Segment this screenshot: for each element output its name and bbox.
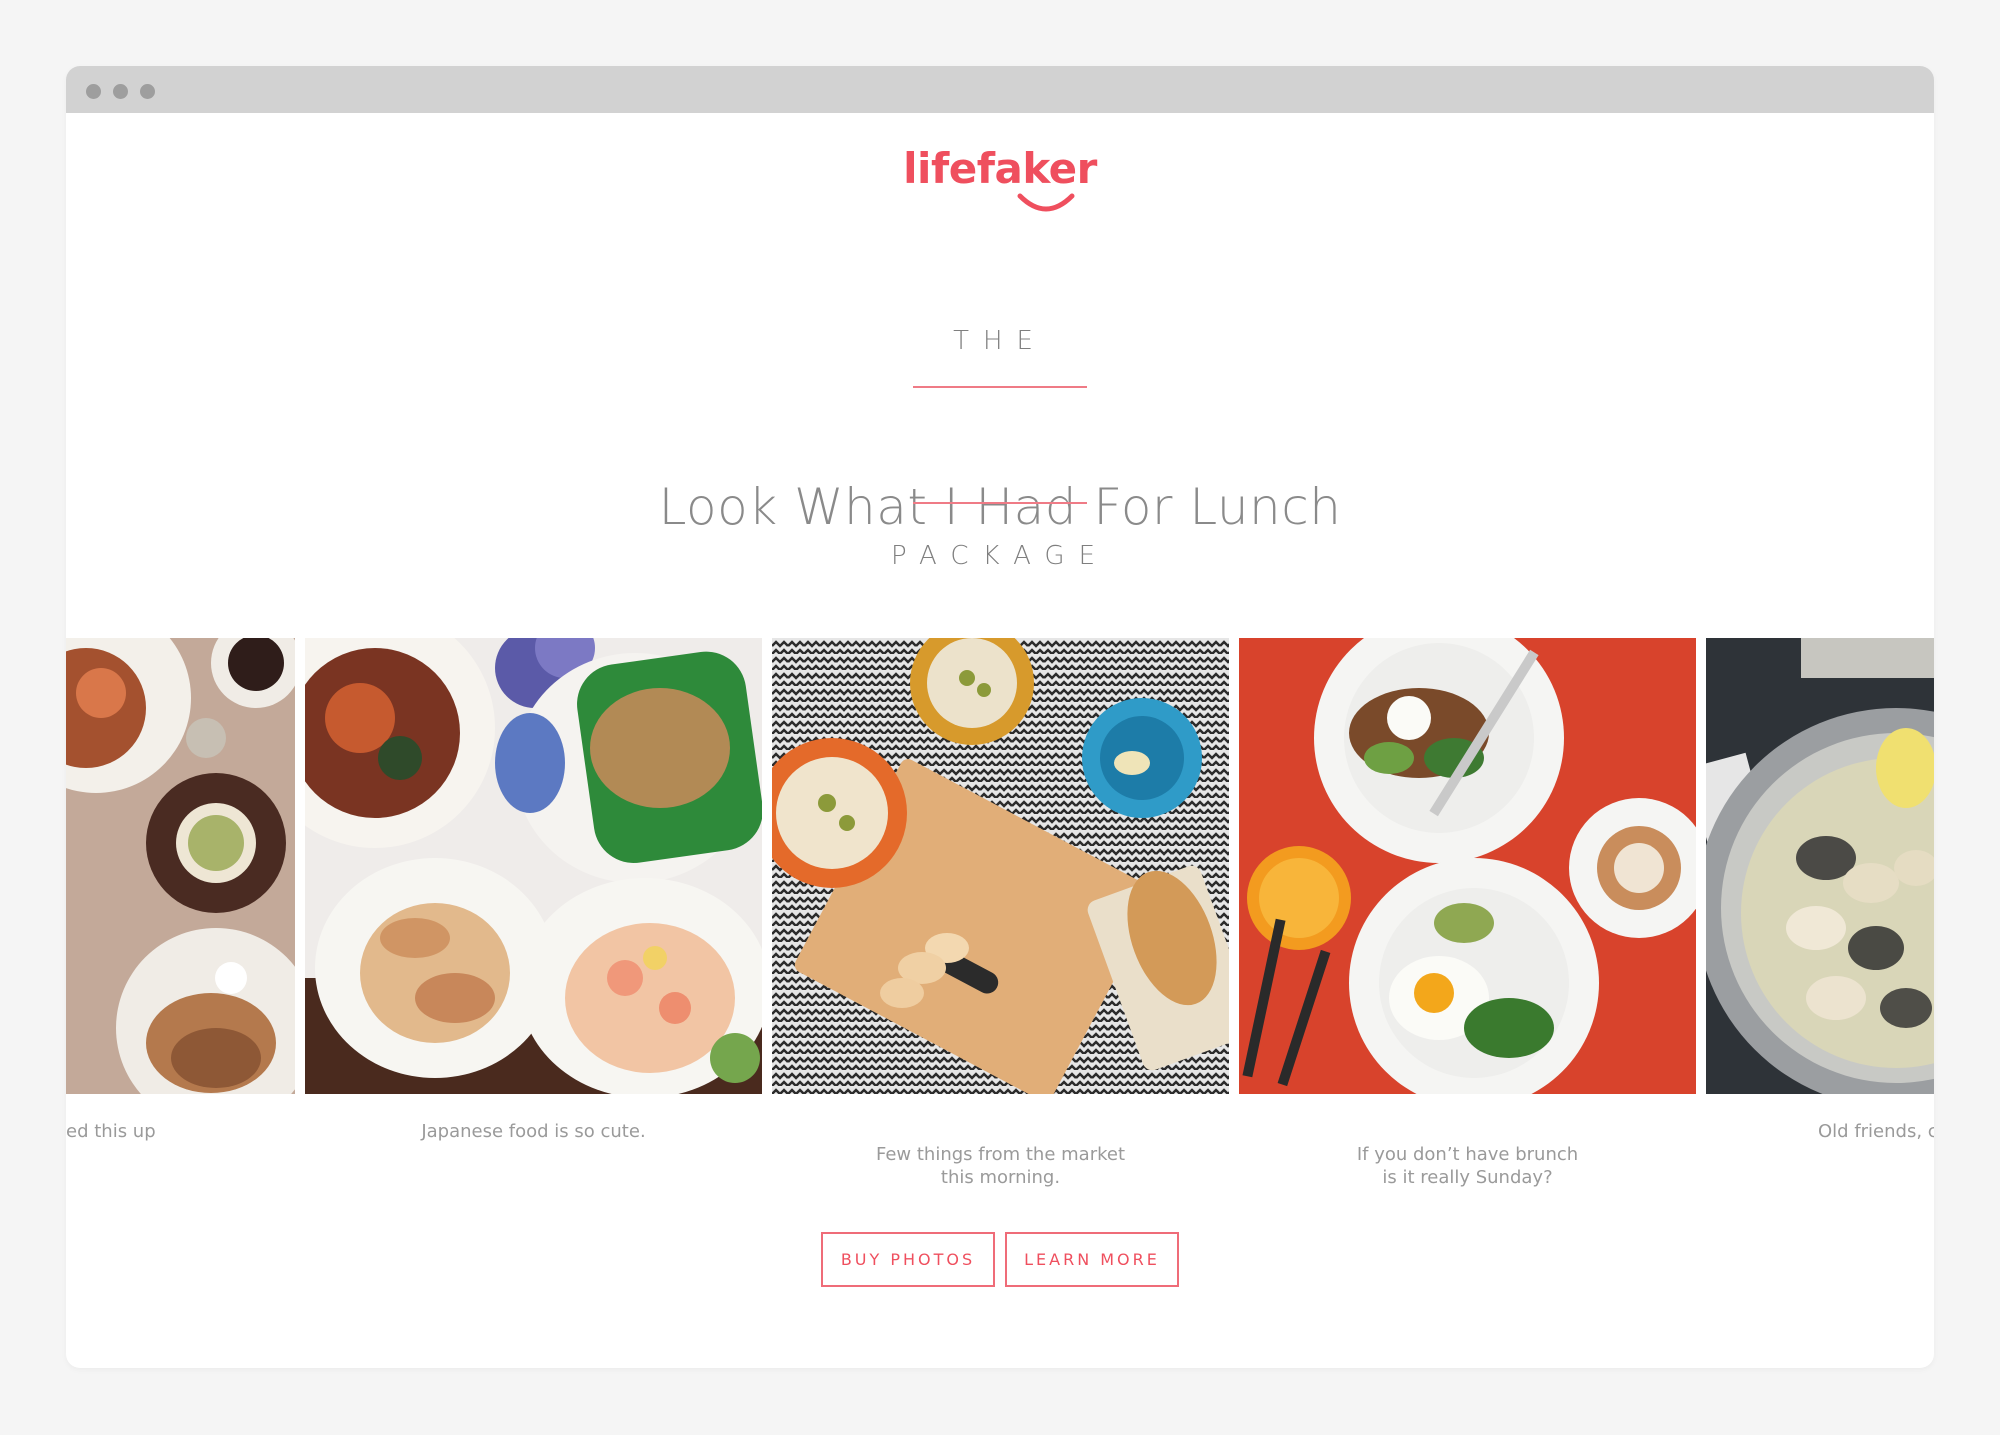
window-maximize-dot[interactable] xyxy=(140,84,155,99)
photo-japanese-food[interactable] xyxy=(305,638,762,1094)
page-title: Look What I Had For Lunch xyxy=(658,478,1342,536)
browser-window: lifefaker THE Look What I Had For Lunch … xyxy=(66,66,1934,1368)
window-close-dot[interactable] xyxy=(86,84,101,99)
photo-caption: Old friends, c xyxy=(1818,1120,1934,1143)
logo-smile-icon xyxy=(1017,193,1075,212)
photo-breakfast-pastries[interactable] xyxy=(66,638,295,1094)
photo-sunday-brunch[interactable] xyxy=(1239,638,1696,1094)
divider-top xyxy=(913,386,1087,388)
photo-caption: If you don’t have brunch is it really Su… xyxy=(1239,1120,1696,1189)
photo-caption: Few things from the market this morning. xyxy=(772,1120,1229,1189)
photo-market-bread[interactable] xyxy=(772,638,1229,1094)
caption-text: If you don’t have brunch is it really Su… xyxy=(1356,1144,1579,1188)
caption-text: ed this up xyxy=(66,1121,156,1142)
brand-logo[interactable]: lifefaker xyxy=(66,148,1934,190)
photo-caption: ed this up xyxy=(66,1120,295,1143)
window-minimize-dot[interactable] xyxy=(113,84,128,99)
photo-caption: Japanese food is so cute. xyxy=(305,1120,762,1143)
caption-text: Japanese food is so cute. xyxy=(421,1121,646,1142)
photo-clams-pan[interactable] xyxy=(1706,638,1934,1094)
kicker-the: THE xyxy=(953,326,1047,356)
kicker-package: PACKAGE xyxy=(891,541,1109,571)
logo-wordmark: lifefaker xyxy=(903,144,1097,193)
photo-carousel[interactable]: ed this up Japanese food is so cute. Few… xyxy=(66,638,1934,1188)
divider-bottom xyxy=(913,502,1087,504)
browser-titlebar xyxy=(66,66,1934,113)
buy-photos-button[interactable]: BUY PHOTOS xyxy=(821,1232,995,1287)
learn-more-button[interactable]: LEARN MORE xyxy=(1005,1232,1179,1287)
caption-text: Old friends, c xyxy=(1818,1121,1934,1142)
caption-text: Few things from the market this morning. xyxy=(875,1144,1126,1188)
